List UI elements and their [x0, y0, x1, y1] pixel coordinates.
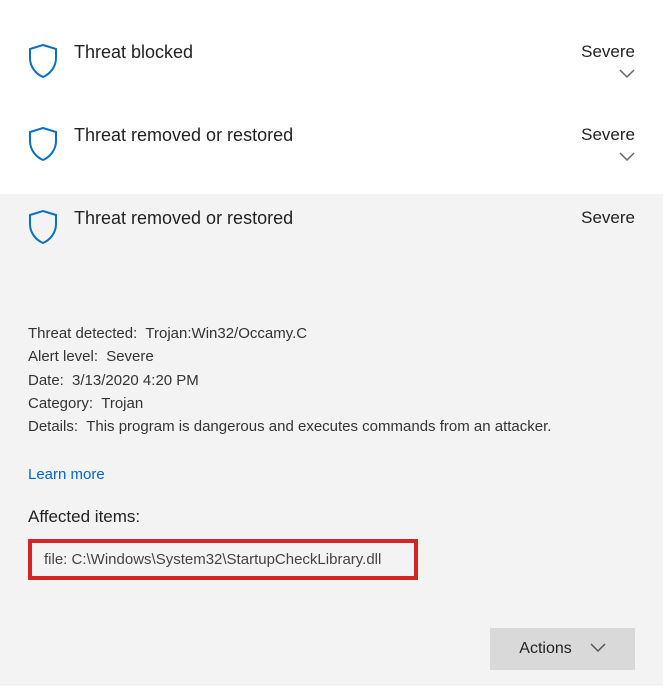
- threat-list: Threat blocked Severe Threat removed or …: [0, 28, 663, 686]
- date-value: 3/13/2020 4:20 PM: [72, 372, 199, 389]
- shield-icon: [28, 44, 58, 82]
- actions-button-label: Actions: [519, 640, 571, 658]
- category-label: Category:: [28, 395, 93, 412]
- date-label: Date:: [28, 372, 64, 389]
- severity-label: Severe: [581, 42, 635, 62]
- category-value: Trojan: [101, 395, 143, 412]
- shield-icon: [28, 127, 58, 165]
- severity-label: Severe: [581, 125, 635, 145]
- threat-title: Threat removed or restored: [74, 208, 293, 229]
- chevron-down-icon: [590, 640, 606, 658]
- affected-items-heading: Affected items:: [28, 507, 635, 527]
- chevron-down-icon[interactable]: [619, 66, 635, 83]
- threat-item[interactable]: Threat blocked Severe: [0, 28, 663, 111]
- details-label: Details:: [28, 418, 78, 435]
- threat-item-expanded[interactable]: Threat removed or restored Severe: [0, 194, 663, 274]
- threat-detected-label: Threat detected:: [28, 325, 137, 342]
- actions-button[interactable]: Actions: [490, 628, 635, 670]
- severity-label: Severe: [581, 208, 635, 228]
- threat-item[interactable]: Threat removed or restored Severe: [0, 111, 663, 194]
- alert-level-label: Alert level:: [28, 348, 98, 365]
- threat-detected-value: Trojan:Win32/Occamy.C: [145, 325, 307, 342]
- alert-level-value: Severe: [106, 348, 154, 365]
- actions-row: Actions: [0, 600, 663, 686]
- threat-details: Threat detected: Trojan:Win32/Occamy.C A…: [0, 274, 663, 600]
- affected-item-highlight: file: C:\Windows\System32\StartupCheckLi…: [28, 539, 418, 580]
- affected-item-path: file: C:\Windows\System32\StartupCheckLi…: [44, 551, 402, 568]
- threat-title: Threat removed or restored: [74, 125, 293, 146]
- threat-title: Threat blocked: [74, 42, 193, 63]
- learn-more-link[interactable]: Learn more: [28, 466, 105, 483]
- chevron-down-icon[interactable]: [619, 149, 635, 166]
- details-value: This program is dangerous and executes c…: [86, 418, 551, 435]
- shield-icon: [28, 210, 58, 248]
